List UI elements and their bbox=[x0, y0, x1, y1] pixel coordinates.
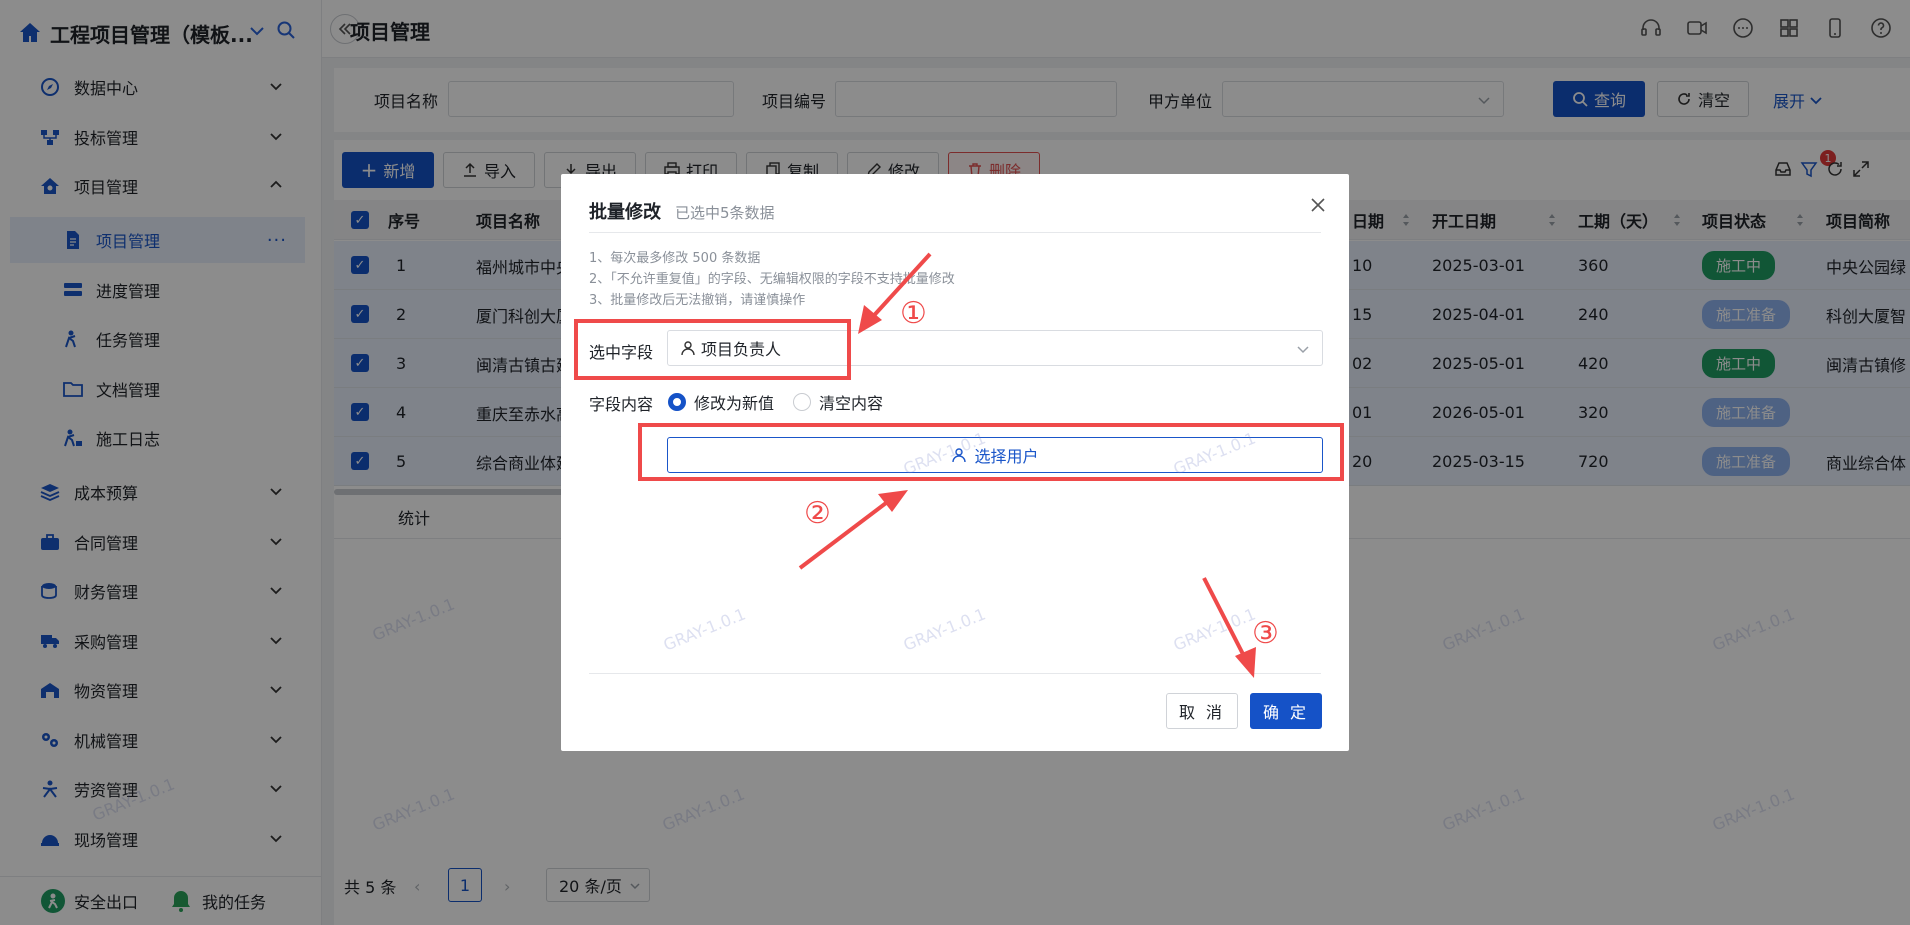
annotation-arrows bbox=[798, 252, 1256, 678]
annotation-arrow-3 bbox=[1202, 577, 1248, 661]
annotation-number-3: ③ bbox=[1252, 616, 1279, 651]
annotation-arrow-2-head bbox=[878, 490, 908, 512]
annotation-arrow-3-head bbox=[1235, 647, 1256, 678]
annotation-number-2: ② bbox=[804, 496, 831, 531]
annotation-number-1: ① bbox=[900, 296, 927, 331]
